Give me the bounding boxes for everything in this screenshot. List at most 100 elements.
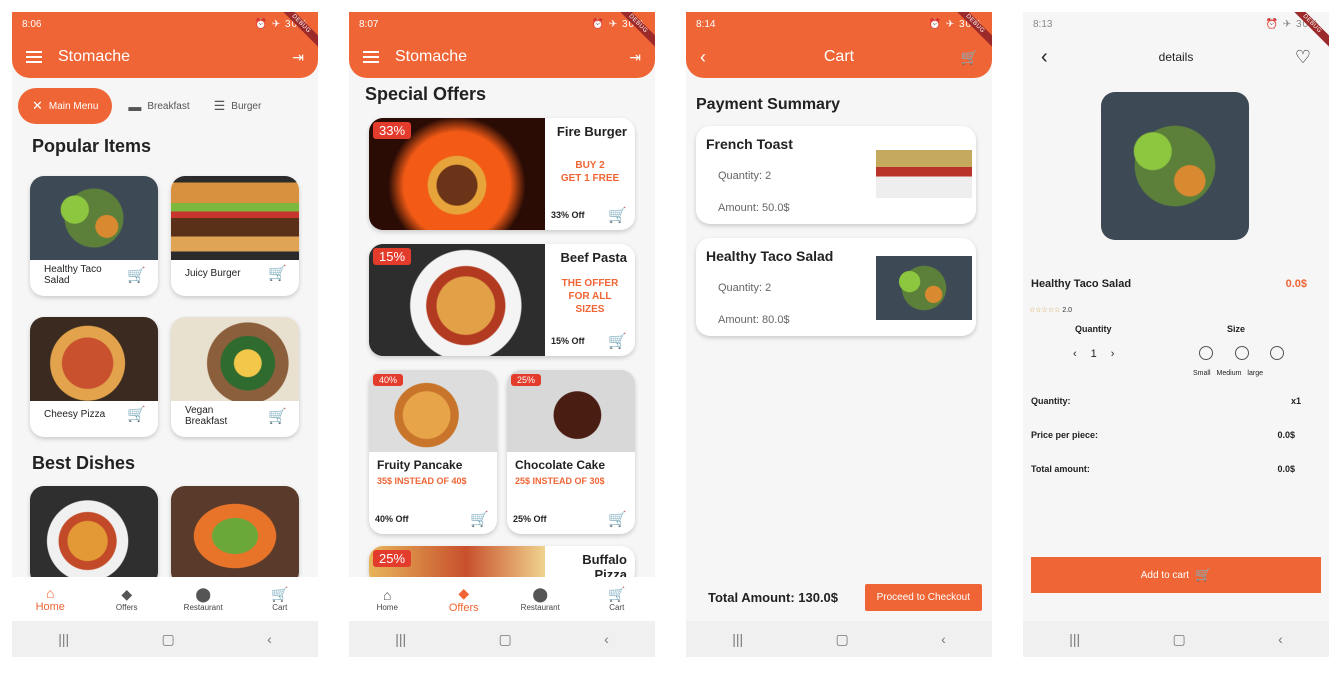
size-radio-medium[interactable] bbox=[1235, 346, 1249, 360]
app-title: Stomache bbox=[395, 48, 468, 65]
cart-screen: ‹ Cart 🛒 8:14 ⏰ ✈ 30% DEBUG Payment Summ… bbox=[686, 12, 992, 657]
offer-desc: THE OFFER FOR ALL SIZES bbox=[561, 278, 619, 315]
chip-main-menu[interactable]: ✕ Main Menu bbox=[18, 88, 113, 124]
chip-label: Main Menu bbox=[48, 100, 99, 112]
food-card[interactable]: Vegan Breakfast 🛒 bbox=[171, 317, 299, 437]
add-cart-icon[interactable]: 🛒 bbox=[608, 332, 627, 350]
offer-name: Chocolate Cake bbox=[515, 458, 606, 472]
offer-image: 25% bbox=[507, 370, 635, 452]
location-icon: ⬤ bbox=[532, 586, 549, 602]
system-nav: ||| ▢ ‹ bbox=[1023, 621, 1329, 657]
nav-label: Cart bbox=[609, 603, 625, 612]
size-radio-small[interactable] bbox=[1199, 346, 1213, 360]
chip-burger[interactable]: ☰ Burger bbox=[206, 88, 270, 124]
size-options: Small Medium large bbox=[1193, 370, 1263, 377]
nav-label: Home bbox=[35, 601, 65, 613]
back-icon[interactable]: ‹ bbox=[267, 631, 272, 647]
item-name: Healthy Taco Salad bbox=[706, 248, 834, 264]
offer-off: 15% Off bbox=[551, 336, 585, 346]
cart-icon: 🛒 bbox=[1195, 567, 1212, 582]
recent-apps-icon[interactable]: ||| bbox=[732, 631, 743, 647]
food-card[interactable]: Juicy Burger 🛒 bbox=[171, 176, 299, 296]
nav-home[interactable]: ⌂ Home bbox=[357, 587, 417, 612]
offer-card[interactable]: 15% Beef Pasta THE OFFER FOR ALL SIZES 1… bbox=[369, 244, 635, 356]
category-chips: ✕ Main Menu ▬ Breakfast ☰ Burger bbox=[18, 88, 312, 124]
back-arrow-icon[interactable]: ‹ bbox=[1041, 46, 1048, 69]
add-cart-icon[interactable]: 🛒 bbox=[470, 510, 489, 528]
nav-offers[interactable]: ◆ Offers bbox=[97, 586, 157, 612]
details-header: ‹ details ♡ bbox=[1023, 36, 1329, 78]
food-image bbox=[30, 486, 158, 586]
menu-icon[interactable] bbox=[363, 51, 379, 63]
status-bar: 8:06 ⏰ ✈ 30% bbox=[12, 12, 318, 36]
discount-badge: 40% bbox=[373, 374, 404, 386]
discount-badge: 15% bbox=[373, 248, 412, 265]
home-screen: Stomache ⇥ 8:06 ⏰ ✈ 30% DEBUG ✕ Main Men… bbox=[12, 12, 318, 657]
rating-value: 2.0 bbox=[1062, 307, 1073, 314]
recent-apps-icon[interactable]: ||| bbox=[395, 631, 406, 647]
food-card[interactable]: Healthy Taco Salad 🛒 bbox=[30, 176, 158, 296]
food-image bbox=[171, 317, 299, 401]
add-cart-icon[interactable]: 🛒 bbox=[127, 266, 146, 284]
food-name: Vegan Breakfast bbox=[185, 405, 228, 427]
home-circle-icon[interactable]: ▢ bbox=[1173, 631, 1186, 648]
quantity-value: 1 bbox=[1090, 348, 1097, 360]
debug-banner: DEBUG bbox=[1289, 12, 1329, 52]
add-cart-icon[interactable]: 🛒 bbox=[608, 510, 627, 528]
food-card[interactable] bbox=[30, 486, 158, 586]
size-label: Size bbox=[1227, 324, 1246, 334]
home-circle-icon[interactable]: ▢ bbox=[162, 631, 175, 648]
offer-card[interactable]: 40% Fruity Pancake 35$ INSTEAD OF 40$ 40… bbox=[369, 370, 497, 534]
payment-summary-title: Payment Summary bbox=[696, 96, 841, 113]
add-cart-icon[interactable]: 🛒 bbox=[268, 407, 287, 425]
status-time: 8:07 bbox=[359, 18, 379, 30]
nav-cart[interactable]: 🛒 Cart bbox=[587, 586, 647, 612]
total-amount: Total Amount: 130.0$ bbox=[708, 589, 839, 605]
item-image bbox=[876, 256, 972, 320]
nav-home[interactable]: ⌂ Home bbox=[20, 585, 80, 613]
add-cart-icon[interactable]: 🛒 bbox=[268, 264, 287, 282]
offer-name: Fruity Pancake bbox=[377, 458, 463, 472]
recent-apps-icon[interactable]: ||| bbox=[1069, 631, 1080, 647]
offer-card[interactable]: 33% Fire Burger BUY 2 GET 1 FREE 33% Off… bbox=[369, 118, 635, 230]
decrement-icon[interactable]: ‹ bbox=[1073, 348, 1077, 360]
row-value: x1 bbox=[1290, 396, 1301, 406]
recent-apps-icon[interactable]: ||| bbox=[58, 631, 69, 647]
quantity-stepper: ‹ 1 › bbox=[1073, 348, 1114, 360]
row-value: 0.0$ bbox=[1277, 464, 1295, 474]
nav-cart[interactable]: 🛒 Cart bbox=[250, 586, 310, 612]
home-circle-icon[interactable]: ▢ bbox=[836, 631, 849, 648]
food-card[interactable]: Cheesy Pizza 🛒 bbox=[30, 317, 158, 437]
size-radio-large[interactable] bbox=[1270, 346, 1284, 360]
nav-restaurant[interactable]: ⬤ Restaurant bbox=[173, 586, 233, 612]
back-icon[interactable]: ‹ bbox=[941, 631, 946, 647]
home-icon: ⌂ bbox=[46, 585, 55, 601]
chip-breakfast[interactable]: ▬ Breakfast bbox=[120, 88, 197, 124]
offer-card[interactable]: 25% Chocolate Cake 25$ INSTEAD OF 30$ 25… bbox=[507, 370, 635, 534]
tag-icon: ◆ bbox=[458, 584, 470, 601]
discount-badge: 25% bbox=[511, 374, 542, 386]
burger-icon: ☰ bbox=[213, 98, 226, 113]
size-option-label: Small bbox=[1193, 370, 1211, 377]
cart-item[interactable]: Healthy Taco Salad Quantity: 2 Amount: 8… bbox=[696, 238, 976, 336]
nav-restaurant[interactable]: ⬤ Restaurant bbox=[510, 586, 570, 612]
back-arrow-icon[interactable]: ‹ bbox=[700, 47, 706, 68]
offers-screen: Stomache ⇥ 8:07 ⏰ ✈ 30% DEBUG Special Of… bbox=[349, 12, 655, 657]
back-icon[interactable]: ‹ bbox=[1278, 631, 1283, 647]
chip-label: Burger bbox=[231, 100, 262, 112]
menu-icon[interactable] bbox=[26, 51, 42, 63]
add-cart-icon[interactable]: 🛒 bbox=[608, 206, 627, 224]
add-cart-icon[interactable]: 🛒 bbox=[127, 405, 146, 423]
row-label: Total amount: bbox=[1031, 464, 1090, 474]
offer-desc: 25$ INSTEAD OF 30$ bbox=[515, 476, 605, 486]
home-circle-icon[interactable]: ▢ bbox=[499, 631, 512, 648]
increment-icon[interactable]: › bbox=[1111, 348, 1115, 360]
checkout-button[interactable]: Proceed to Checkout bbox=[864, 583, 982, 611]
nav-offers[interactable]: ◆ Offers bbox=[434, 585, 494, 614]
cart-item[interactable]: French Toast Quantity: 2 Amount: 50.0$ bbox=[696, 126, 976, 224]
star-icon: ☆☆☆☆☆ bbox=[1029, 307, 1061, 314]
food-card[interactable] bbox=[171, 486, 299, 586]
row-label: Quantity: bbox=[1031, 396, 1071, 406]
back-icon[interactable]: ‹ bbox=[604, 631, 609, 647]
add-to-cart-button[interactable]: Add to cart 🛒 bbox=[1031, 557, 1321, 593]
